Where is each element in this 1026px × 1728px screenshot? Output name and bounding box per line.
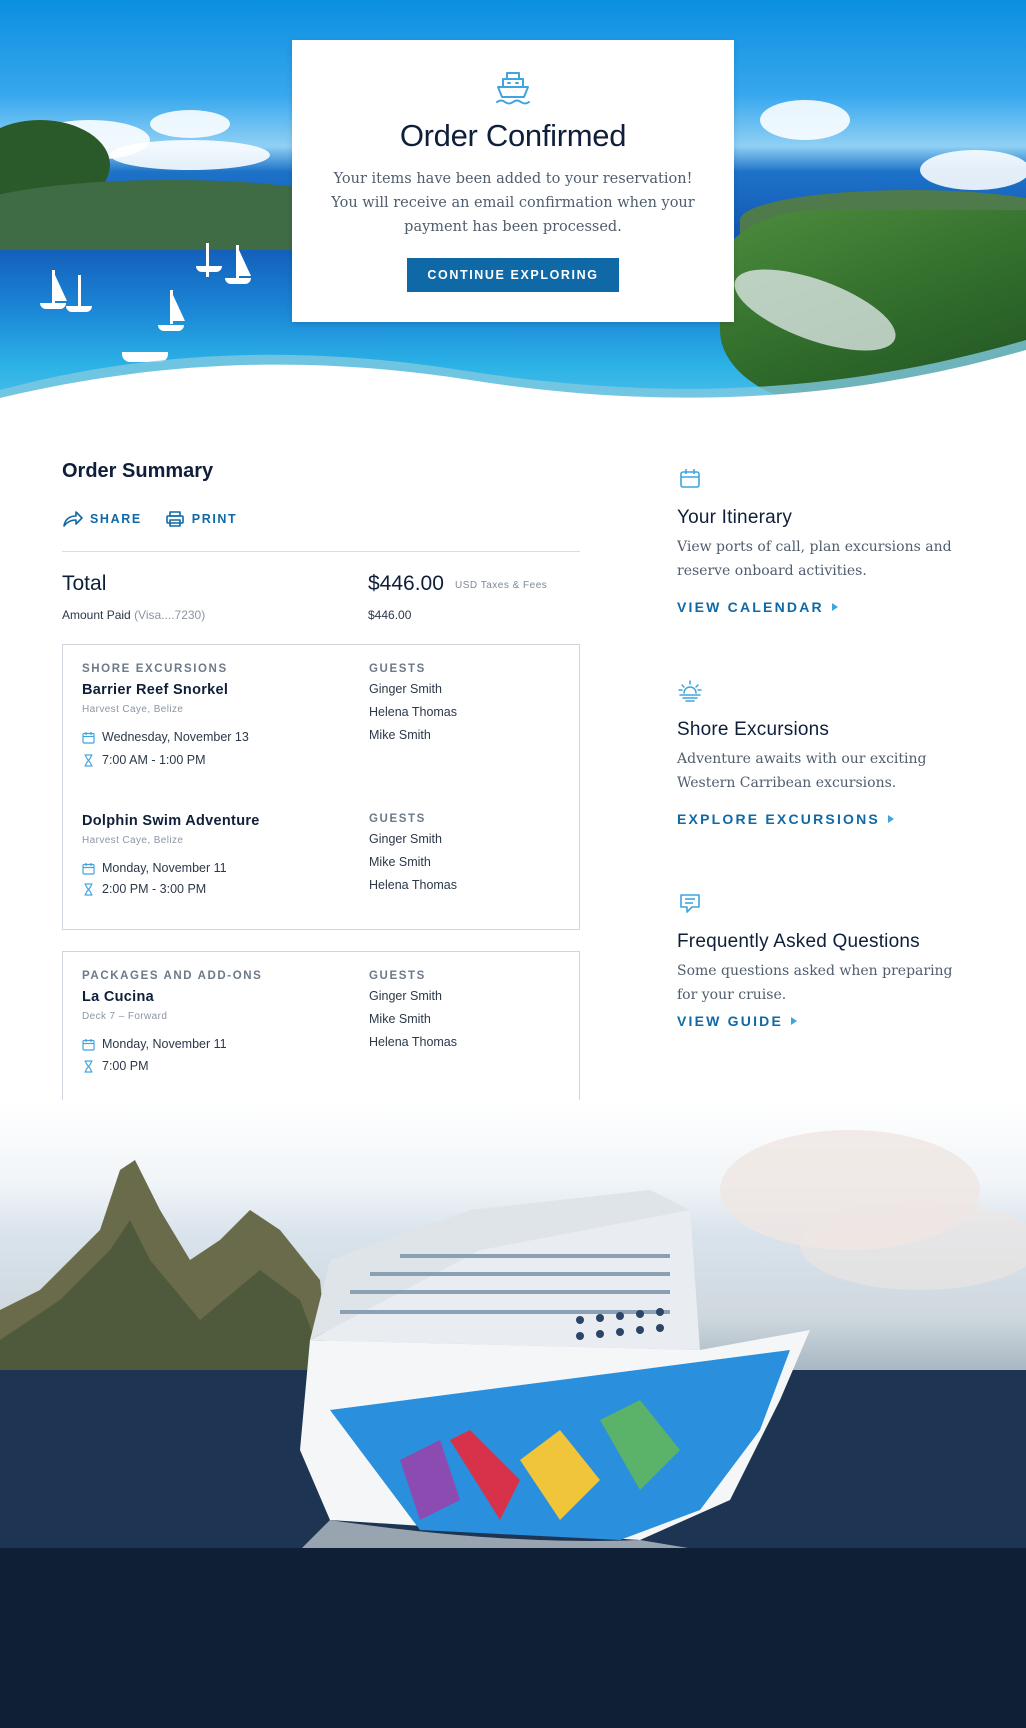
arrow-right-icon [887, 815, 894, 823]
excursion-title: Dolphin Swim Adventure [82, 813, 260, 829]
guest-name: Helena Thomas [369, 705, 458, 719]
excursion-time: 2:00 PM - 3:00 PM [82, 882, 260, 896]
footer [0, 1548, 1026, 1728]
shore-excursions-card: Shore Excursions Adventure awaits with o… [677, 678, 977, 829]
calendar-icon [82, 731, 95, 744]
package-title: La Cucina [82, 989, 154, 1005]
order-summary-title: Order Summary [62, 460, 214, 482]
excursion-date-text: Wednesday, November 13 [102, 730, 249, 744]
guests-label: GUESTS [369, 813, 426, 825]
shore-excursions-label: SHORE EXCURSIONS [82, 663, 228, 675]
guests-label: GUESTS [369, 663, 426, 675]
guest-name: Ginger Smith [369, 989, 442, 1003]
shore-excursions-box: SHORE EXCURSIONS Barrier Reef Snorkel Ha… [62, 644, 580, 930]
package-time-text: 7:00 PM [102, 1059, 149, 1073]
guest-name: Ginger Smith [369, 832, 442, 846]
arrow-right-icon [791, 1017, 798, 1025]
excursion-location: Harvest Caye, Belize [82, 704, 184, 715]
chat-icon [680, 894, 700, 913]
divider [62, 551, 580, 552]
excursion-time-text: 2:00 PM - 3:00 PM [102, 882, 207, 896]
itinerary-title: Your Itinerary [677, 507, 793, 528]
print-label: PRINT [191, 512, 238, 526]
explore-excursions-label: EXPLORE EXCURSIONS [677, 811, 880, 827]
calendar-icon [82, 1038, 95, 1051]
guests-list: GUESTS Ginger Smith Mike Smith Helena Th… [369, 970, 457, 1054]
amount-paid-text: Amount Paid [62, 608, 131, 622]
view-calendar-link[interactable]: VIEW CALENDAR [677, 599, 838, 615]
excursion-date-text: Monday, November 11 [102, 861, 227, 875]
shore-excursions-title: Shore Excursions [677, 719, 830, 740]
packages-label: PACKAGES AND ADD-ONS [82, 970, 263, 982]
packages-box: PACKAGES AND ADD-ONS La Cucina Deck 7 – … [62, 951, 580, 1107]
guest-name: Mike Smith [369, 855, 431, 869]
print-icon [165, 511, 184, 527]
faq-title: Frequently Asked Questions [677, 931, 920, 952]
itinerary-text: View ports of call, plan excursions and … [677, 539, 952, 579]
shore-excursions-text: Adventure awaits with our exciting Weste… [677, 751, 927, 791]
calendar-icon [680, 469, 700, 488]
guests-list: GUESTS Ginger Smith Mike Smith Helena Th… [369, 813, 457, 897]
guests-label: GUESTS [369, 970, 426, 982]
summary-actions: SHARE PRINT [62, 510, 237, 528]
package-date: Monday, November 11 [82, 1037, 262, 1051]
arrow-right-icon [831, 603, 838, 611]
confirmation-card: Order Confirmed Your items have been add… [292, 40, 734, 322]
share-label: SHARE [90, 512, 142, 526]
excursion-time-text: 7:00 AM - 1:00 PM [102, 753, 206, 767]
calendar-icon [82, 862, 95, 875]
order-summary: Order Summary SHARE PRINT Total $446.00 … [62, 460, 580, 1107]
view-guide-label: VIEW GUIDE [677, 1013, 784, 1029]
faq-card: Frequently Asked Questions Some question… [677, 890, 977, 1031]
guest-name: Mike Smith [369, 728, 431, 742]
explore-excursions-link[interactable]: EXPLORE EXCURSIONS [677, 811, 894, 827]
package-item: PACKAGES AND ADD-ONS La Cucina Deck 7 – … [82, 970, 262, 1073]
continue-exploring-button[interactable]: CONTINUE EXPLORING [407, 258, 619, 292]
amount-paid-value: $446.00 [368, 608, 412, 622]
package-date-text: Monday, November 11 [102, 1037, 227, 1051]
guests-list: GUESTS Ginger Smith Helena Thomas Mike S… [369, 663, 457, 747]
view-calendar-label: VIEW CALENDAR [677, 599, 824, 615]
excursion-date: Wednesday, November 13 [82, 730, 249, 744]
guest-name: Ginger Smith [369, 682, 442, 696]
guest-name: Helena Thomas [369, 878, 458, 892]
print-button[interactable]: PRINT [164, 510, 238, 528]
package-location: Deck 7 – Forward [82, 1011, 168, 1022]
excursion-item: Dolphin Swim Adventure Harvest Caye, Bel… [82, 813, 260, 896]
itinerary-card: Your Itinerary View ports of call, plan … [677, 466, 977, 617]
guest-name: Helena Thomas [369, 1035, 458, 1049]
amount-paid-label: Amount Paid (Visa....7230) [62, 608, 205, 622]
hourglass-icon [84, 882, 93, 896]
faq-text: Some questions asked when preparing for … [677, 963, 953, 1003]
sunrise-icon [678, 680, 702, 702]
total-value: $446.00 [368, 572, 444, 595]
share-icon [63, 511, 83, 527]
total-label: Total [62, 572, 107, 595]
confirmation-title: Order Confirmed [399, 118, 627, 153]
payment-card: (Visa....7230) [134, 608, 206, 622]
excursion-title: Barrier Reef Snorkel [82, 682, 229, 698]
excursion-time: 7:00 AM - 1:00 PM [82, 753, 249, 767]
confirmation-message: Your items have been added to your reser… [331, 171, 695, 235]
wave-divider [0, 340, 1026, 430]
excursion-date: Monday, November 11 [82, 861, 260, 875]
excursion-location: Harvest Caye, Belize [82, 835, 184, 846]
total-note: USD Taxes & Fees [455, 580, 548, 591]
share-button[interactable]: SHARE [62, 510, 142, 528]
ship-icon [496, 72, 530, 105]
view-guide-link[interactable]: VIEW GUIDE [677, 1013, 798, 1029]
hourglass-icon [84, 1059, 93, 1073]
excursion-item: SHORE EXCURSIONS Barrier Reef Snorkel Ha… [82, 663, 249, 767]
hourglass-icon [84, 753, 93, 767]
guest-name: Mike Smith [369, 1012, 431, 1026]
package-time: 7:00 PM [82, 1059, 262, 1073]
cruise-ship-image [0, 1100, 1026, 1550]
